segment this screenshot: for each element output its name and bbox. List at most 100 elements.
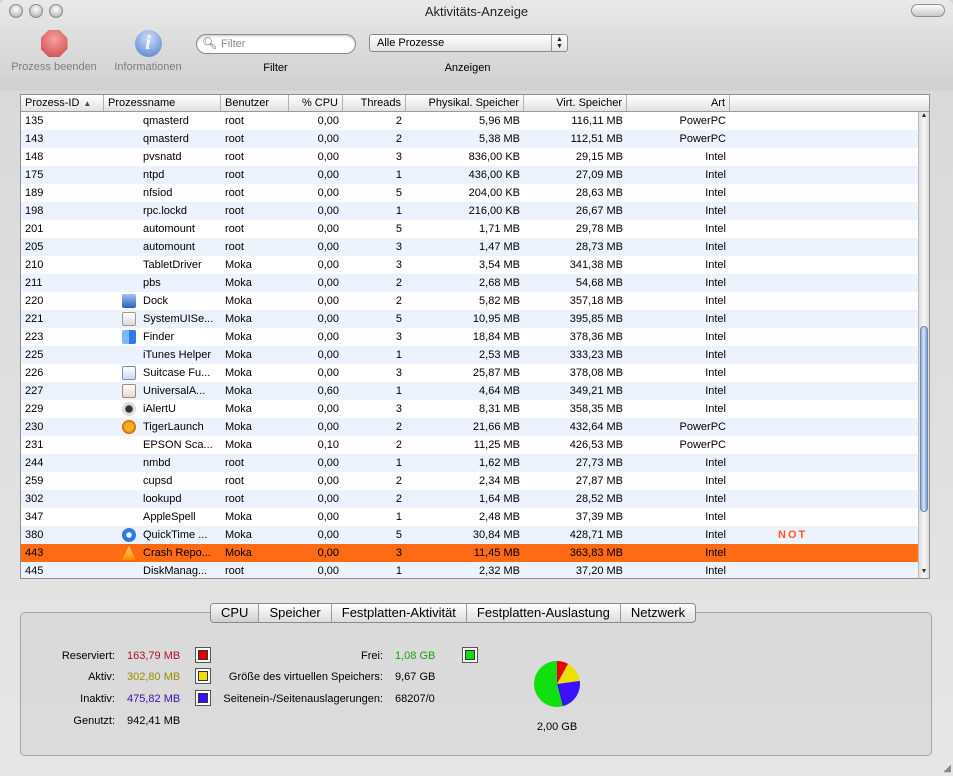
cell-pid: 445: [25, 565, 44, 577]
cell-name: AppleSpell: [143, 511, 196, 523]
column-header-user[interactable]: Benutzer: [221, 95, 289, 111]
table-row[interactable]: 244 nmbd root 0,00 1 1,62 MB 27,73 MB Intel: [21, 454, 918, 472]
free-color-swatch[interactable]: [462, 647, 478, 663]
table-row[interactable]: 380 QuickTime ... Moka 0,00 5 30,84 MB 428,71 …: [21, 526, 918, 544]
table-row[interactable]: 443 Crash Repo... Moka 0,00 3 11,45 MB 363,83 …: [21, 544, 918, 562]
column-header-physical-memory[interactable]: Physikal. Speicher: [406, 95, 524, 111]
table-header: Prozess-ID ▲ Prozessname Benutzer % CPU T…: [21, 95, 929, 112]
cell-kind: Intel: [705, 547, 726, 559]
cell-threads: 3: [395, 547, 402, 559]
show-processes-value: Alle Prozesse: [377, 37, 445, 49]
cell-cpu: 0,00: [317, 493, 339, 505]
table-row[interactable]: 189 nfsiod root 0,00 5 204,00 KB 28,63 MB Intel: [21, 184, 918, 202]
cell-cpu: 0,00: [317, 151, 339, 163]
resize-grip-icon[interactable]: ◢: [943, 763, 951, 774]
table-row[interactable]: 229 iAlertU Moka 0,00 3 8,31 MB 358,35 MB Intel: [21, 400, 918, 418]
table-row[interactable]: 231 EPSON Sca... Moka 0,10 2 11,25 MB 426,53 M…: [21, 436, 918, 454]
cell-kind: Intel: [705, 169, 726, 181]
scroll-up-arrow-icon[interactable]: ▲: [919, 112, 929, 122]
scroll-down-arrow-icon[interactable]: ▼: [919, 568, 929, 578]
active-color-swatch[interactable]: [195, 668, 211, 684]
cell-virtual-memory: 378,36 MB: [569, 331, 623, 343]
activity-monitor-window: Aktivitäts-Anzeige Prozess beenden i Inf…: [0, 0, 953, 776]
cell-user: Moka: [225, 439, 252, 451]
cell-name: qmasterd: [143, 133, 189, 145]
table-row[interactable]: 223 Finder Moka 0,00 3 18,84 MB 378,36 MB Intel: [21, 328, 918, 346]
cell-virtual-memory: 116,11 MB: [571, 115, 623, 127]
table-row[interactable]: 225 iTunes Helper Moka 0,00 1 2,53 MB 333,23 M…: [21, 346, 918, 364]
wired-color-swatch[interactable]: [195, 647, 211, 663]
table-row[interactable]: 135 qmasterd root 0,00 2 5,96 MB 116,11 MB Powe…: [21, 112, 918, 130]
table-row[interactable]: 143 qmasterd root 0,00 2 5,38 MB 112,51 MB Powe…: [21, 130, 918, 148]
cell-name: pbs: [143, 277, 161, 289]
table-row[interactable]: 230 TigerLaunch Moka 0,00 2 21,66 MB 432,64 MB…: [21, 418, 918, 436]
cell-pid: 225: [25, 349, 44, 361]
cell-cpu: 0,00: [317, 205, 339, 217]
search-input[interactable]: [221, 37, 349, 51]
cell-user: Moka: [225, 331, 252, 343]
column-header-name[interactable]: Prozessname: [104, 95, 221, 111]
column-header-virtual-memory[interactable]: Virt. Speicher: [524, 95, 627, 111]
tab-festplatten-auslastung[interactable]: Festplatten-Auslastung: [467, 604, 621, 622]
search-field[interactable]: 🔍︎: [196, 34, 356, 54]
show-processes-select[interactable]: Alle Prozesse ▲ ▼: [369, 34, 568, 52]
column-header-pid[interactable]: Prozess-ID ▲: [21, 95, 104, 111]
cell-name: ntpd: [143, 169, 165, 181]
systemuiserver-icon: [122, 312, 136, 326]
vertical-scrollbar[interactable]: ▲ ▼: [918, 112, 929, 578]
table-row[interactable]: 205 automount root 0,00 3 1,47 MB 28,73 MB Inte…: [21, 238, 918, 256]
stop-sign-icon: [40, 30, 68, 57]
table-row[interactable]: 220 Dock Moka 0,00 2 5,82 MB 357,18 MB Intel: [21, 292, 918, 310]
cell-name: lookupd: [143, 493, 182, 505]
cell-physical-memory: 2,48 MB: [479, 511, 520, 523]
cell-user: Moka: [225, 295, 252, 307]
cell-kind: PowerPC: [679, 421, 726, 433]
cell-physical-memory: 3,54 MB: [479, 259, 520, 271]
table-row[interactable]: 227 UniversalA... Moka 0,60 1 4,64 MB 349,21 M…: [21, 382, 918, 400]
table-row[interactable]: 445 DiskManag... root 0,00 1 2,32 MB 37,20 MB I…: [21, 562, 918, 578]
toolbar-toggle-button[interactable]: [911, 4, 945, 17]
cell-virtual-memory: 358,35 MB: [569, 403, 623, 415]
tab-speicher[interactable]: Speicher: [259, 604, 332, 622]
table-row[interactable]: 221 SystemUISe... Moka 0,00 5 10,95 MB 395,85 …: [21, 310, 918, 328]
filter-label: Filter: [263, 62, 288, 74]
cell-physical-memory: 5,82 MB: [479, 295, 520, 307]
table-row[interactable]: 347 AppleSpell Moka 0,00 1 2,48 MB 37,39 MB Int…: [21, 508, 918, 526]
show-label: Anzeigen: [444, 62, 491, 74]
cell-threads: 5: [395, 313, 402, 325]
scrollbar-thumb[interactable]: [920, 326, 928, 512]
cell-cpu: 0,00: [317, 403, 339, 415]
table-row[interactable]: 201 automount root 0,00 5 1,71 MB 29,78 MB Inte…: [21, 220, 918, 238]
table-row[interactable]: 259 cupsd root 0,00 2 2,34 MB 27,87 MB Intel: [21, 472, 918, 490]
table-row[interactable]: 210 TabletDriver Moka 0,00 3 3,54 MB 341,38 MB…: [21, 256, 918, 274]
table-row[interactable]: 198 rpc.lockd root 0,00 1 216,00 KB 26,67 MB In…: [21, 202, 918, 220]
column-header-kind[interactable]: Art: [627, 95, 730, 111]
cell-kind: Intel: [705, 349, 726, 361]
tab-festplatten-aktivit-t[interactable]: Festplatten-Aktivität: [332, 604, 467, 622]
cell-cpu: 0,00: [317, 367, 339, 379]
system-stats-panel: [20, 612, 932, 756]
cell-pid: 175: [25, 169, 44, 181]
cell-cpu: 0,60: [317, 385, 339, 397]
cell-physical-memory: 11,45 MB: [473, 547, 520, 559]
cell-cpu: 0,00: [317, 241, 339, 253]
cell-kind: Intel: [705, 205, 726, 217]
column-header-threads[interactable]: Threads: [343, 95, 406, 111]
table-row[interactable]: 175 ntpd root 0,00 1 436,00 KB 27,09 MB Intel: [21, 166, 918, 184]
column-header-cpu[interactable]: % CPU: [289, 95, 343, 111]
suitcase-icon: [122, 366, 136, 380]
cell-pid: 227: [25, 385, 44, 397]
cell-pid: 302: [25, 493, 44, 505]
cell-user: Moka: [225, 421, 252, 433]
table-row[interactable]: 302 lookupd root 0,00 2 1,64 MB 28,52 MB Intel: [21, 490, 918, 508]
quit-process-button[interactable]: Prozess beenden: [6, 30, 102, 73]
table-row[interactable]: 148 pvsnatd root 0,00 3 836,00 KB 29,15 MB Inte…: [21, 148, 918, 166]
table-row[interactable]: 211 pbs Moka 0,00 2 2,68 MB 54,68 MB Intel: [21, 274, 918, 292]
tab-cpu[interactable]: CPU: [211, 604, 260, 622]
cell-virtual-memory: 395,85 MB: [569, 313, 623, 325]
cell-user: root: [225, 151, 244, 163]
cell-kind: Intel: [705, 457, 726, 469]
inspect-process-button[interactable]: i Informationen: [108, 30, 188, 73]
table-row[interactable]: 226 Suitcase Fu... Moka 0,00 3 25,87 MB 378,08…: [21, 364, 918, 382]
tab-netzwerk[interactable]: Netzwerk: [621, 604, 695, 622]
